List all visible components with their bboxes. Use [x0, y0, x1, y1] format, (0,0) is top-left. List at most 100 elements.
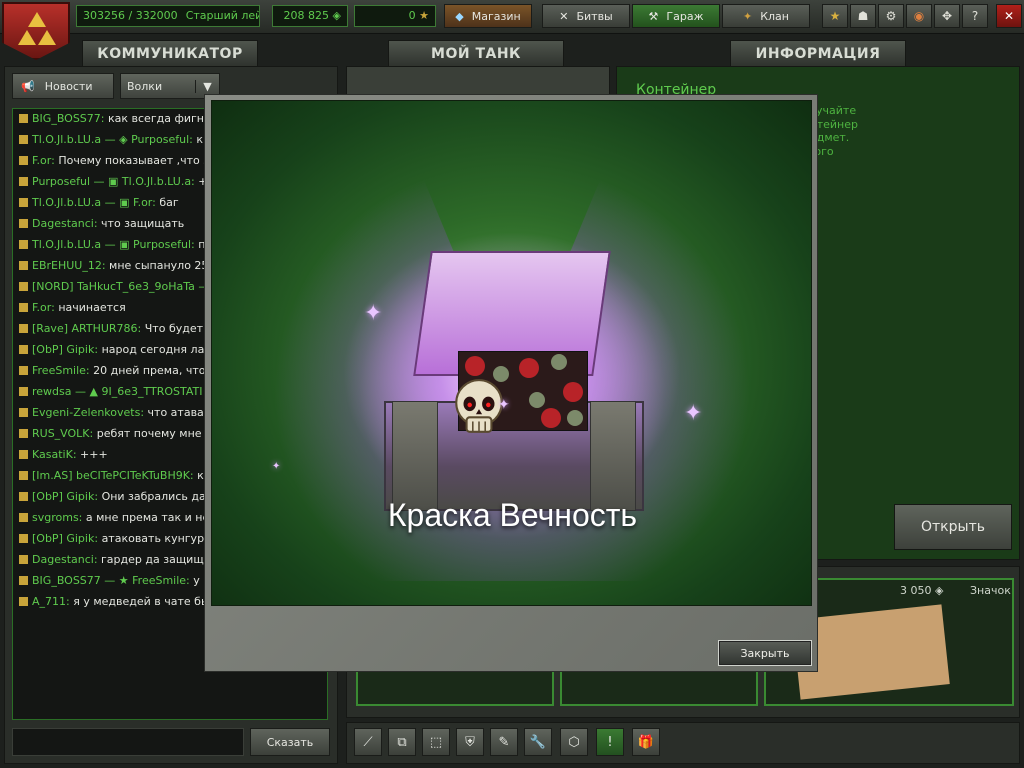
paint-icon[interactable]: ⬚: [422, 728, 450, 756]
chat-nick[interactable]: rewdsa — ▲ 9I_6e3_TTROSTATI: [32, 385, 202, 398]
rank-insignia-icon: [19, 450, 28, 459]
rank-insignia-icon: [19, 177, 28, 186]
gear-icon: ⚙: [885, 9, 897, 23]
crystal-icon: ◈: [332, 9, 341, 22]
chat-nick[interactable]: Evgeni-Zelenkovets:: [32, 406, 144, 419]
close-button[interactable]: Закрыть: [718, 640, 812, 666]
reward-title: Краска Вечность: [387, 497, 638, 533]
chat-text: что защищать: [101, 217, 185, 230]
rank-insignia-icon: [19, 534, 28, 543]
chat-nick[interactable]: [NORD] TaHkucT_6e3_9oHaTa —: [32, 280, 209, 293]
chat-nick[interactable]: EBrEHUU_12:: [32, 259, 106, 272]
sparkle-icon: ✦: [684, 401, 703, 426]
turret-icon[interactable]: ⟋: [354, 728, 382, 756]
chat-nick[interactable]: RUS_VOLK:: [32, 427, 93, 440]
exit-button[interactable]: ✕: [996, 4, 1022, 28]
garage-label: Гараж: [666, 9, 704, 23]
chat-nick[interactable]: BIG_BOSS77:: [32, 112, 105, 125]
chat-text: к: [196, 133, 203, 146]
drone-icon[interactable]: ✎: [490, 728, 518, 756]
chat-nick[interactable]: Tl.O.Jl.b.LU.a — ▣ Purposeful:: [32, 238, 195, 251]
rank-insignia-icon: [19, 219, 28, 228]
chat-text: атаковать кунгур: [101, 532, 205, 545]
rank-progress-bar: 303256 / 332000 Старший лейтенант: [76, 5, 260, 27]
logo-triangle-icon: [38, 30, 56, 45]
sound-button[interactable]: ◉: [906, 4, 932, 28]
clan-button[interactable]: ✦ Клан: [722, 4, 810, 28]
supplies-icon[interactable]: ⬡: [560, 728, 588, 756]
garage-button[interactable]: ⚒ Гараж: [632, 4, 720, 28]
chat-nick[interactable]: [ObP] Gipik:: [32, 532, 98, 545]
tab-information[interactable]: ИНФОРМАЦИЯ: [730, 40, 906, 66]
news-label: Новости: [44, 79, 93, 93]
say-button[interactable]: Сказать: [250, 728, 330, 756]
rank-progress-text: 303256 / 332000: [83, 9, 178, 22]
shop-button[interactable]: ◆ Магазин: [444, 4, 532, 28]
rank-insignia-icon: [19, 408, 28, 417]
settings-button[interactable]: ⚙: [878, 4, 904, 28]
tab-my-tank[interactable]: МОЙ ТАНК: [388, 40, 564, 66]
gift-icon[interactable]: 🎁: [632, 728, 660, 756]
shop-item-label: Значок: [970, 584, 1011, 597]
rank-insignia-icon: [19, 303, 28, 312]
chat-input[interactable]: [12, 728, 244, 756]
chat-text: баг: [159, 196, 179, 209]
news-button[interactable]: 📢 Новости: [12, 73, 114, 99]
rank-insignia-icon: [19, 261, 28, 270]
chat-nick[interactable]: F.or:: [32, 301, 55, 314]
chat-nick[interactable]: Purposeful — ▣ Tl.O.Jl.b.LU.a:: [32, 175, 195, 188]
chat-text: мне сыпануло 25к: [109, 259, 216, 272]
rank-insignia-icon: [19, 576, 28, 585]
chat-nick[interactable]: Dagestanci:: [32, 217, 98, 230]
wrench-icon[interactable]: 🔧: [524, 728, 552, 756]
hull-icon[interactable]: ⧉: [388, 728, 416, 756]
chat-nick[interactable]: [Im.AS] beCITePCITeKTuBH9K:: [32, 469, 194, 482]
achievements-button[interactable]: ★: [822, 4, 848, 28]
rank-insignia-icon: [19, 135, 28, 144]
chat-nick[interactable]: A_711:: [32, 595, 70, 608]
chat-nick[interactable]: FreeSmile:: [32, 364, 90, 377]
crystals-counter: 208 825 ◈: [272, 5, 348, 27]
close-icon: ✕: [1003, 9, 1015, 23]
logo-triangle-icon: [18, 30, 36, 45]
help-button[interactable]: ?: [962, 4, 988, 28]
alert-icon[interactable]: !: [596, 728, 624, 756]
chat-nick[interactable]: Tl.O.Jl.b.LU.a — ◈ Purposeful:: [32, 133, 193, 146]
chat-nick[interactable]: Tl.O.Jl.b.LU.a — ▣ F.or:: [32, 196, 156, 209]
chat-nick[interactable]: svgroms:: [32, 511, 82, 524]
sparkle-icon: ✦: [498, 397, 510, 413]
battles-button[interactable]: ✕ Битвы: [542, 4, 630, 28]
chat-text: Они забрались даль: [101, 490, 220, 503]
rank-insignia-icon: [19, 240, 28, 249]
crossed-swords-icon: ✕: [559, 9, 569, 23]
chat-nick[interactable]: BIG_BOSS77 — ★ FreeSmile:: [32, 574, 190, 587]
fullscreen-button[interactable]: ✥: [934, 4, 960, 28]
chat-nick[interactable]: KasatiK:: [32, 448, 77, 461]
rank-insignia-icon: [19, 345, 28, 354]
rank-insignia-icon: [19, 429, 28, 438]
chat-nick[interactable]: [Rave] ARTHUR786:: [32, 322, 141, 335]
clan-label: Клан: [760, 9, 789, 23]
chat-nick[interactable]: [ObP] Gipik:: [32, 490, 98, 503]
chat-text: 20 дней према, что за: [93, 364, 222, 377]
sparkle-icon: ✦: [364, 301, 383, 326]
rank-insignia-icon: [19, 555, 28, 564]
shield-icon[interactable]: ⛨: [456, 728, 484, 756]
friends-icon: ☗: [857, 9, 869, 23]
rank-insignia-icon: [19, 198, 28, 207]
stars-value: 0: [408, 9, 416, 22]
open-container-button[interactable]: Открыть: [894, 504, 1012, 550]
chat-nick[interactable]: [ObP] Gipik:: [32, 343, 98, 356]
tab-communicator[interactable]: КОММУНИКАТОР: [82, 40, 258, 66]
diamond-icon: ◆: [455, 9, 464, 23]
friends-button[interactable]: ☗: [850, 4, 876, 28]
sound-icon: ◉: [913, 9, 925, 23]
rank-insignia-icon: [19, 156, 28, 165]
chat-nick[interactable]: Dagestanci:: [32, 553, 98, 566]
shop-item-price: 3 050 ◈: [900, 584, 944, 597]
battles-label: Битвы: [576, 9, 613, 23]
help-icon: ?: [971, 9, 979, 23]
crystals-value: 208 825: [283, 9, 330, 22]
chat-nick[interactable]: F.or:: [32, 154, 55, 167]
star-icon: ★: [829, 9, 841, 23]
